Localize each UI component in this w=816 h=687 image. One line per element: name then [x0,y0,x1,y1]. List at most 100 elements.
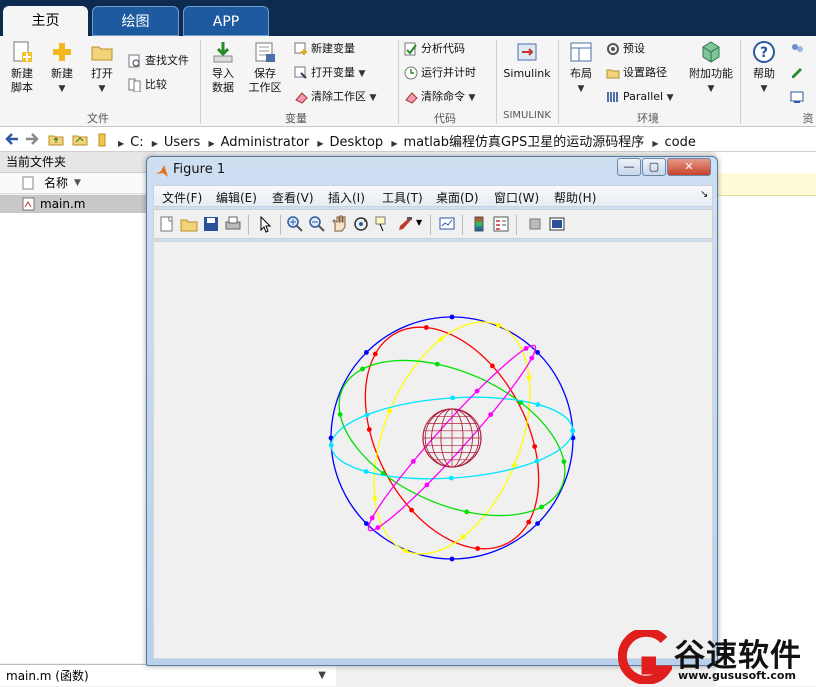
menu-desktop[interactable]: 桌面(D) [436,189,479,206]
clear-workspace-button[interactable]: 清除工作区 ▼ [294,88,376,106]
chevron-down-icon[interactable]: ▼ [416,218,422,227]
help-icon: ? [753,41,775,63]
new-label: 新建 [51,67,73,80]
parallel-button[interactable]: Parallel ▼ [606,88,674,106]
satellite-marker [535,350,540,355]
rotate-3d-icon[interactable] [352,215,370,233]
menu-tools[interactable]: 工具(T) [382,189,423,206]
browse-folder-icon[interactable] [72,131,88,147]
link-plot-icon[interactable] [438,215,456,233]
close-button[interactable]: ✕ [667,158,711,176]
colorbar-icon[interactable] [470,215,488,233]
file-row[interactable]: main.m [0,195,150,213]
data-cursor-icon[interactable] [374,215,392,233]
simulink-icon [517,43,537,61]
breadcrumb-item[interactable]: matlab编程仿真GPS卫星的运动源码程序 [403,135,644,150]
tab-plots[interactable]: 绘图 [92,6,179,36]
community-icon[interactable] [790,42,804,56]
ribbon-tab-bar: 主页 绘图 APP [0,0,816,36]
layout-button[interactable]: 布局 ▼ [564,40,598,96]
chevron-down-icon[interactable]: ▼ [318,665,326,687]
satellite-marker [364,350,369,355]
plot-area [153,241,713,659]
breadcrumb-item[interactable]: code [665,135,696,150]
save-workspace-button[interactable]: 保存 工作区 [246,40,284,95]
analyze-code-button[interactable]: 分析代码 [404,40,465,58]
brush-icon[interactable] [396,215,414,233]
find-files-button[interactable]: 查找文件 [128,52,189,70]
import-data-button[interactable]: 导入 数据 [206,40,240,95]
satellite-marker [363,469,369,474]
hide-plot-tools-icon[interactable] [526,215,544,233]
satellite-marker [449,556,455,562]
satellite-marker [529,355,535,361]
tab-home[interactable]: 主页 [3,6,88,36]
dock-arrow-icon[interactable]: ↘ [700,189,708,200]
preferences-button[interactable]: 预设 [606,40,645,58]
tab-apps[interactable]: APP [183,6,269,36]
menu-edit[interactable]: 编辑(E) [216,189,257,206]
toolbar-divider [516,215,517,235]
compare-button[interactable]: 比较 [128,76,167,94]
simulink-button[interactable]: Simulink [502,40,552,81]
forward-arrow-icon[interactable] [24,131,40,147]
satellite-marker [526,519,532,525]
matlab-logo-icon [156,165,168,177]
sort-down-icon[interactable]: ▼ [74,173,81,193]
satellite-marker [372,351,378,357]
find-files-label: 查找文件 [145,54,189,67]
select-arrow-icon[interactable] [256,215,274,233]
satellite-marker [539,504,544,510]
menu-view[interactable]: 查看(V) [272,189,314,206]
satellite-marker [337,412,343,417]
satellite-marker [366,427,372,432]
code-group-label: 代码 [434,112,456,125]
environment-group-label: 环境 [637,112,659,125]
show-plot-tools-icon[interactable] [548,215,566,233]
breadcrumb-item[interactable]: Desktop [330,135,384,150]
column-name-header[interactable]: 名称 [44,173,68,193]
new-figure-icon[interactable] [158,215,176,233]
up-folder-icon[interactable] [48,131,64,147]
import-icon [213,42,233,63]
save-workspace-icon [255,42,275,62]
menu-window[interactable]: 窗口(W) [494,189,539,206]
maximize-button[interactable]: ▢ [642,158,666,176]
open-file-icon[interactable] [180,215,198,233]
clear-commands-label: 清除命令 [421,90,465,103]
save-icon[interactable] [202,215,220,233]
new-button[interactable]: 新建 ▼ [44,40,80,96]
run-and-time-label: 运行并计时 [421,66,476,79]
minimize-button[interactable]: — [617,158,641,176]
chevron-down-icon: ▼ [358,69,366,79]
breadcrumb-separator-icon: ▶ [317,139,324,148]
zoom-out-icon[interactable] [308,215,326,233]
breadcrumb-item[interactable]: C: [130,135,143,150]
pan-hand-icon[interactable] [330,215,348,233]
new-script-button[interactable]: 新建 脚本 [6,40,38,95]
breadcrumb-item[interactable]: Users [164,135,200,150]
breadcrumb-item[interactable]: Administrator [221,135,310,150]
print-icon[interactable] [224,215,242,233]
legend-icon[interactable] [492,215,510,233]
run-and-time-button[interactable]: 运行并计时 [404,64,476,82]
request-support-icon[interactable] [790,66,804,80]
clear-commands-button[interactable]: 清除命令 ▼ [404,88,475,106]
learn-matlab-icon[interactable] [790,90,804,104]
satellite-marker [448,475,454,481]
back-arrow-icon[interactable] [4,131,20,147]
satellite-marker [464,509,470,515]
zoom-in-icon[interactable] [286,215,304,233]
menu-insert[interactable]: 插入(I) [328,189,365,206]
help-button[interactable]: ? 帮助 ▼ [746,40,782,96]
open-button[interactable]: 打开 ▼ [86,40,118,96]
details-bar: main.m (函数) ▼ [0,664,336,686]
menu-file[interactable]: 文件(F) [162,189,202,206]
open-variable-button[interactable]: 打开变量 ▼ [294,64,365,82]
set-path-button[interactable]: 设置路径 [606,64,667,82]
figure-window: Figure 1 — ▢ ✕ 文件(F) 编辑(E) 查看(V) 插入(I) 工… [146,156,718,666]
new-variable-button[interactable]: 新建变量 [294,40,355,58]
compare-icon [128,78,141,92]
add-ons-button[interactable]: 附加功能 ▼ [686,40,736,96]
menu-help[interactable]: 帮助(H) [554,189,596,206]
